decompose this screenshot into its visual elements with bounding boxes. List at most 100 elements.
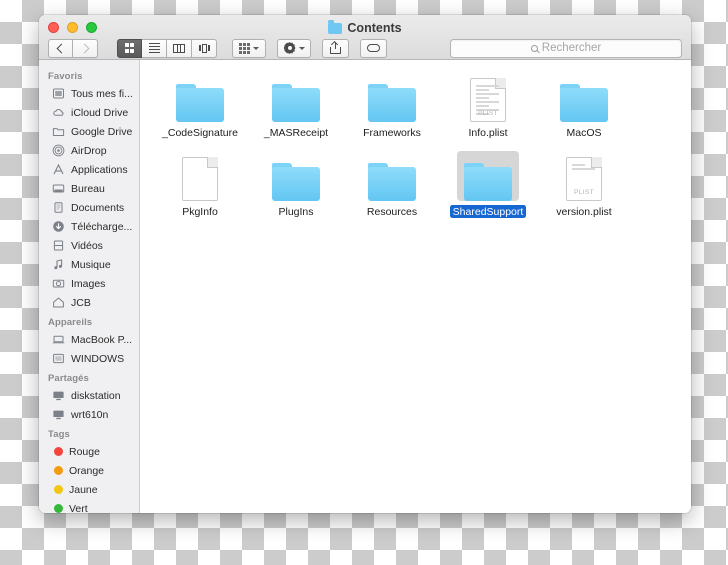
- file-item[interactable]: PlugIns: [248, 151, 344, 218]
- laptop-icon: [52, 333, 65, 346]
- file-label: Frameworks: [360, 126, 424, 139]
- server-icon: [52, 408, 65, 421]
- sidebar-item-airdrop[interactable]: AirDrop: [39, 141, 139, 160]
- sidebar-item-all-files[interactable]: Tous mes fi...: [39, 84, 139, 103]
- share-button[interactable]: [322, 39, 349, 58]
- list-view-button[interactable]: [142, 39, 167, 58]
- sidebar-item-tag-vert[interactable]: Vert: [39, 499, 139, 513]
- column-view-button[interactable]: [167, 39, 192, 58]
- tag-icon: [367, 44, 380, 52]
- sidebar-section-partages: Partagés: [39, 368, 139, 386]
- toolbar: Rechercher: [39, 37, 691, 59]
- sidebar-item-label: Google Drive: [71, 126, 132, 138]
- file-item[interactable]: _CodeSignature: [152, 72, 248, 139]
- home-icon: [52, 296, 65, 309]
- sidebar-item-musique[interactable]: Musique: [39, 255, 139, 274]
- pictures-icon: [52, 277, 65, 290]
- sidebar-item-label: AirDrop: [71, 145, 107, 157]
- sidebar-item-tag-rouge[interactable]: Rouge: [39, 442, 139, 461]
- sidebar-item-label: wrt610n: [71, 409, 108, 421]
- file-kind-label: PLIST: [471, 110, 505, 117]
- sidebar-item-label: iCloud Drive: [71, 107, 128, 119]
- icon-container: PLIST: [553, 151, 615, 201]
- all-files-icon: [52, 87, 65, 100]
- sidebar-item-windows[interactable]: WINDOWS: [39, 349, 139, 368]
- arrange-icon: [239, 43, 250, 54]
- file-item[interactable]: PLIST Info.plist: [440, 72, 536, 139]
- icon-container: [361, 72, 423, 122]
- icon-container: [361, 151, 423, 201]
- disk-icon: [52, 352, 65, 365]
- sidebar-item-label: MacBook P...: [71, 334, 132, 346]
- chevron-left-icon: [57, 43, 67, 53]
- action-gear-button[interactable]: [277, 39, 311, 58]
- window-titlebar: Contents: [39, 15, 691, 60]
- downloads-icon: [52, 220, 65, 233]
- file-label: _CodeSignature: [159, 126, 241, 139]
- maximize-button[interactable]: [86, 22, 97, 33]
- icon-container: [265, 72, 327, 122]
- search-icon: [531, 45, 538, 52]
- sidebar-item-label: Documents: [71, 202, 124, 214]
- file-item[interactable]: Resources: [344, 151, 440, 218]
- window-title-bar-title: Contents: [39, 21, 691, 35]
- close-button[interactable]: [48, 22, 59, 33]
- sidebar-item-diskstation[interactable]: diskstation: [39, 386, 139, 405]
- sidebar-item-icloud-drive[interactable]: iCloud Drive: [39, 103, 139, 122]
- sidebar-item-label: Musique: [71, 259, 111, 271]
- sidebar-item-documents[interactable]: Documents: [39, 198, 139, 217]
- search-input[interactable]: Rechercher: [450, 39, 682, 58]
- folder-icon: [560, 84, 608, 122]
- grid-icon: [125, 43, 135, 53]
- sidebar-item-label: diskstation: [71, 390, 121, 402]
- coverflow-view-button[interactable]: [192, 39, 217, 58]
- sidebar-item-macbook[interactable]: MacBook P...: [39, 330, 139, 349]
- icon-view-button[interactable]: [117, 39, 142, 58]
- sidebar-section-tags: Tags: [39, 424, 139, 442]
- columns-icon: [173, 44, 185, 53]
- sidebar-item-bureau[interactable]: Bureau: [39, 179, 139, 198]
- icon-container: [553, 72, 615, 122]
- file-item[interactable]: Frameworks: [344, 72, 440, 139]
- tag-button[interactable]: [360, 39, 387, 58]
- sidebar-item-tag-jaune[interactable]: Jaune: [39, 480, 139, 499]
- tag-dot-icon: [54, 447, 63, 456]
- sidebar-item-jcb[interactable]: JCB: [39, 293, 139, 312]
- minimize-button[interactable]: [67, 22, 78, 33]
- sidebar-item-videos[interactable]: Vidéos: [39, 236, 139, 255]
- arrange-button[interactable]: [232, 39, 266, 58]
- coverflow-icon: [198, 44, 210, 53]
- file-grid: _CodeSignature _MASReceipt Frameworks: [140, 72, 691, 218]
- back-button[interactable]: [48, 39, 73, 58]
- file-item[interactable]: PkgInfo: [152, 151, 248, 218]
- icon-container: [265, 151, 327, 201]
- sidebar-item-label: Tous mes fi...: [71, 88, 133, 100]
- file-label: version.plist: [553, 205, 614, 218]
- sidebar-item-label: Applications: [71, 164, 128, 176]
- music-icon: [52, 258, 65, 271]
- sidebar-item-label: Télécharge...: [71, 221, 132, 233]
- sidebar-item-images[interactable]: Images: [39, 274, 139, 293]
- tag-dot-icon: [54, 485, 63, 494]
- sidebar-item-telechargements[interactable]: Télécharge...: [39, 217, 139, 236]
- sidebar-item-applications[interactable]: Applications: [39, 160, 139, 179]
- sidebar-item-tag-orange[interactable]: Orange: [39, 461, 139, 480]
- chevron-down-icon: [299, 47, 305, 50]
- sidebar-item-wrt610n[interactable]: wrt610n: [39, 405, 139, 424]
- sidebar-item-label: Rouge: [69, 446, 100, 458]
- sidebar-item-label: Bureau: [71, 183, 105, 195]
- file-label: PkgInfo: [179, 205, 221, 218]
- file-browser-area[interactable]: _CodeSignature _MASReceipt Frameworks: [140, 60, 691, 513]
- sidebar-item-google-drive[interactable]: Google Drive: [39, 122, 139, 141]
- forward-button[interactable]: [73, 39, 98, 58]
- folder-icon: [464, 163, 512, 201]
- icon-container: [169, 151, 231, 201]
- share-icon: [330, 42, 341, 54]
- folder-icon: [272, 84, 320, 122]
- airdrop-icon: [52, 144, 65, 157]
- file-item-selected[interactable]: SharedSupport: [440, 151, 536, 218]
- file-item[interactable]: MacOS: [536, 72, 632, 139]
- file-item[interactable]: PLIST version.plist: [536, 151, 632, 218]
- file-item[interactable]: _MASReceipt: [248, 72, 344, 139]
- tag-dot-icon: [54, 504, 63, 513]
